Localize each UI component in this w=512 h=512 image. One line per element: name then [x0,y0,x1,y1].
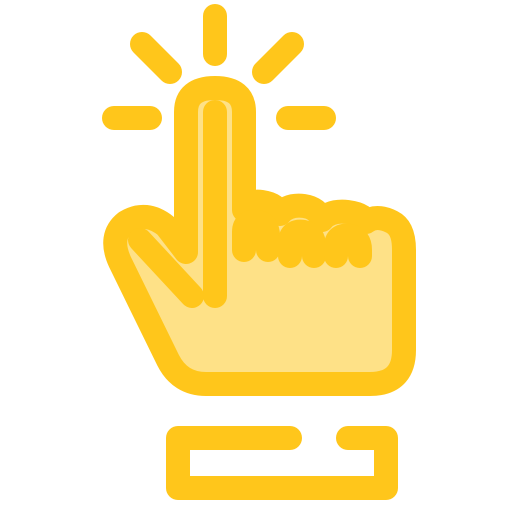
icon-canvas [0,0,512,512]
knuckle-1 [232,209,280,262]
tap-surface-frame [166,426,398,500]
tap-surface [166,426,398,500]
knuckle-2 [278,219,326,268]
knuckle-3 [324,223,372,268]
ray-top-left [130,32,182,84]
tap-gesture-icon [102,4,416,500]
ray-top-right [252,32,304,84]
